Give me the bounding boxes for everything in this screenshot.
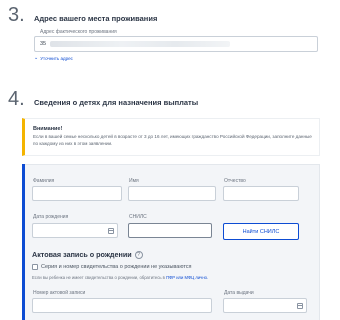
snils-input[interactable] bbox=[128, 223, 212, 238]
panel-accent-bar bbox=[22, 164, 25, 320]
name-input[interactable] bbox=[128, 186, 216, 201]
address-value: 35 bbox=[40, 41, 47, 47]
certificate-hint: Если вы ребенка не имеет свидетельства о… bbox=[32, 275, 208, 280]
hint-text: Если вы ребенка не имеет свидетельства о… bbox=[32, 275, 167, 280]
record-number-input[interactable] bbox=[32, 298, 212, 313]
find-snils-button[interactable]: Найти СНИЛС bbox=[223, 223, 299, 240]
snils-label: СНИЛС bbox=[129, 214, 147, 220]
section-title: Сведения о детях для назначения выплаты bbox=[34, 98, 199, 107]
name-label: Имя bbox=[129, 178, 139, 184]
calendar-icon[interactable] bbox=[108, 228, 114, 234]
warning-text: Если в вашей семье несколько детей в воз… bbox=[33, 134, 312, 146]
calendar-icon[interactable] bbox=[297, 303, 303, 309]
section-number: 3. bbox=[8, 4, 25, 26]
warning-title: Внимание! bbox=[33, 126, 63, 132]
clarify-address-link[interactable]: ⌄ Уточнить адрес bbox=[34, 55, 73, 61]
section-title: Адрес вашего места проживания bbox=[34, 14, 158, 23]
surname-label: Фамилия bbox=[33, 178, 55, 184]
section-children-header: 4. Сведения о детях для назначения выпла… bbox=[8, 88, 198, 111]
issue-date-input[interactable] bbox=[223, 298, 307, 313]
address-blurred-value bbox=[50, 41, 231, 47]
address-field-label: Адрес фактического проживания bbox=[40, 29, 117, 35]
section-address-header: 3. Адрес вашего места проживания bbox=[8, 4, 157, 27]
address-field[interactable]: 35 bbox=[34, 36, 318, 52]
warning-notice: Внимание! Если в вашей семье несколько д… bbox=[22, 118, 320, 156]
issue-date-label: Дата выдачи bbox=[224, 290, 254, 296]
birthdate-input[interactable] bbox=[32, 223, 118, 238]
no-certificate-checkbox-row[interactable]: Серия и номер свидетельства о рождении н… bbox=[32, 264, 192, 270]
birth-record-heading: Актовая запись о рождении ? bbox=[32, 250, 143, 259]
patronymic-input[interactable] bbox=[223, 186, 299, 201]
record-number-label: Номер актовой записи bbox=[33, 290, 86, 296]
no-certificate-checkbox[interactable] bbox=[32, 264, 38, 270]
section-number: 4. bbox=[8, 88, 25, 110]
clarify-address-label: Уточнить адрес bbox=[40, 55, 73, 61]
birthdate-label: Дата рождения bbox=[33, 214, 69, 220]
surname-input[interactable] bbox=[32, 186, 122, 201]
hint-link[interactable]: ПФР или МФЦ лично. bbox=[166, 275, 208, 280]
help-icon[interactable]: ? bbox=[134, 250, 143, 259]
application-page: 3. Адрес вашего места проживания Адрес ф… bbox=[0, 0, 340, 320]
chevron-down-icon: ⌄ bbox=[34, 55, 39, 61]
no-certificate-label: Серия и номер свидетельства о рождении н… bbox=[41, 264, 192, 270]
birth-record-title: Актовая запись о рождении bbox=[32, 250, 132, 259]
patronymic-label: Отчество bbox=[224, 178, 246, 184]
